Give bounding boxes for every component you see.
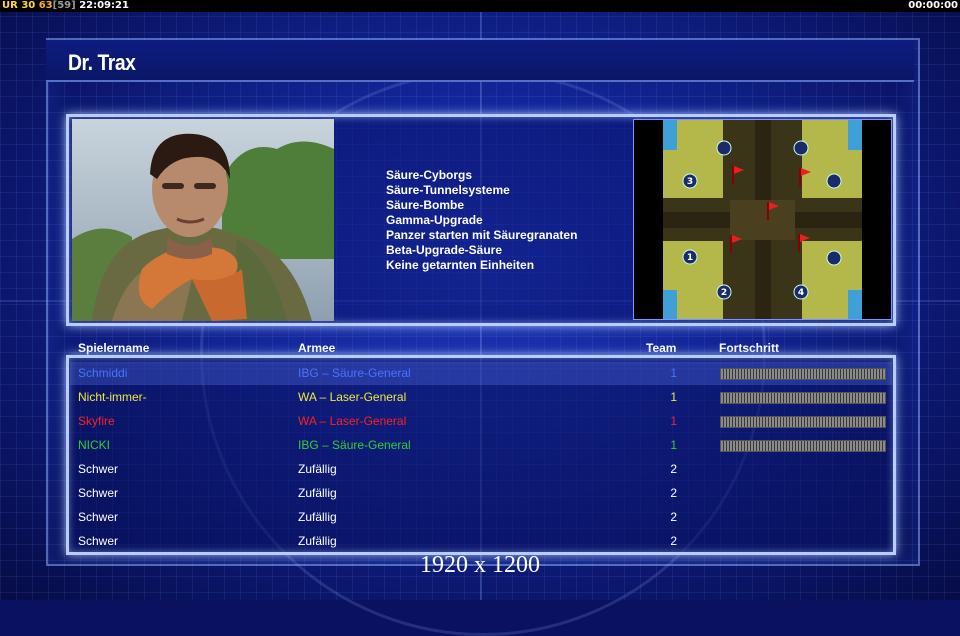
player-row[interactable]: NICKI IBG – Säure-General 1: [0, 433, 960, 457]
player-progress-bar: [720, 368, 886, 380]
player-army: Zufällig: [298, 462, 337, 476]
player-army: IBG – Säure-General: [298, 438, 411, 452]
player-name: Schwer: [78, 462, 119, 476]
header-army[interactable]: Armee: [298, 341, 335, 355]
hud-tag: UR: [2, 0, 18, 11]
map-preview[interactable]: 1 2 3 4: [633, 119, 892, 320]
resolution-label: 1920 x 1200: [420, 552, 540, 578]
player-army: Zufällig: [298, 534, 337, 548]
player-team: 1: [670, 366, 677, 380]
player-name: Schmiddi: [78, 366, 128, 380]
player-progress-bar: [720, 440, 886, 452]
start-position-label: 2: [721, 288, 727, 298]
map-preview-image: 1 2 3 4: [634, 120, 891, 319]
player-team: 1: [670, 438, 677, 452]
feature-item: Beta-Upgrade-Säure: [386, 243, 503, 257]
feature-item: Gamma-Upgrade: [386, 213, 483, 227]
hud-bracket-value: [59]: [52, 0, 76, 11]
general-features-list: Säure-Cyborgs Säure-Tunnelsysteme Säure-…: [386, 168, 577, 273]
player-row[interactable]: Schwer Zufällig 2: [0, 457, 960, 481]
player-row[interactable]: Schmiddi IBG – Säure-General 1: [0, 361, 960, 385]
player-team: 2: [670, 462, 677, 476]
player-team: 2: [670, 510, 677, 524]
player-name: Nicht-immer-: [78, 390, 147, 404]
header-player-name[interactable]: Spielername: [78, 341, 149, 355]
hud-bar: UR 30 63[59] 22:09:21 00:00:00: [0, 0, 960, 12]
start-position-label: 1: [687, 253, 693, 263]
player-name: Schwer: [78, 510, 119, 524]
player-row[interactable]: Schwer Zufällig 2: [0, 505, 960, 529]
player-army: WA – Laser-General: [298, 390, 407, 404]
player-row[interactable]: Schwer Zufällig 2: [0, 529, 960, 553]
hud-fps: 30: [21, 0, 36, 11]
player-name: Skyfire: [78, 414, 115, 428]
start-position-label: 4: [798, 288, 804, 298]
feature-item: Panzer starten mit Säuregranaten: [386, 228, 578, 242]
player-name: Schwer: [78, 534, 119, 548]
header-team[interactable]: Team: [646, 341, 676, 355]
player-army: IBG – Säure-General: [298, 366, 411, 380]
player-row[interactable]: Schwer Zufällig 2: [0, 481, 960, 505]
player-name: NICKI: [78, 438, 111, 452]
feature-item: Säure-Bombe: [386, 198, 465, 212]
player-name: Schwer: [78, 486, 119, 500]
portrait-image: [72, 119, 334, 321]
player-row[interactable]: Nicht-immer- WA – Laser-General 1: [0, 385, 960, 409]
player-progress-bar: [720, 392, 886, 404]
hud-left: UR 30 63[59] 22:09:21: [2, 0, 129, 12]
start-position-label: 3: [687, 177, 693, 187]
player-team: 2: [670, 534, 677, 548]
player-army: Zufällig: [298, 510, 337, 524]
general-name: Dr. Trax: [68, 50, 136, 75]
player-row[interactable]: Skyfire WA – Laser-General 1: [0, 409, 960, 433]
player-progress-bar: [720, 416, 886, 428]
feature-item: Keine getarnten Einheiten: [386, 258, 535, 272]
player-team: 1: [670, 390, 677, 404]
player-team: 1: [670, 414, 677, 428]
player-army: Zufällig: [298, 486, 337, 500]
player-team: 2: [670, 486, 677, 500]
feature-item: Säure-Tunnelsysteme: [386, 183, 510, 197]
header-progress: Fortschritt: [719, 341, 779, 355]
hud-value: 63: [38, 0, 53, 11]
hud-timer: 00:00:00: [908, 0, 958, 11]
title-bar: [46, 40, 914, 82]
feature-item: Säure-Cyborgs: [386, 168, 473, 182]
player-army: WA – Laser-General: [298, 414, 407, 428]
hud-clock: 22:09:21: [79, 0, 129, 11]
general-portrait: [72, 119, 334, 321]
